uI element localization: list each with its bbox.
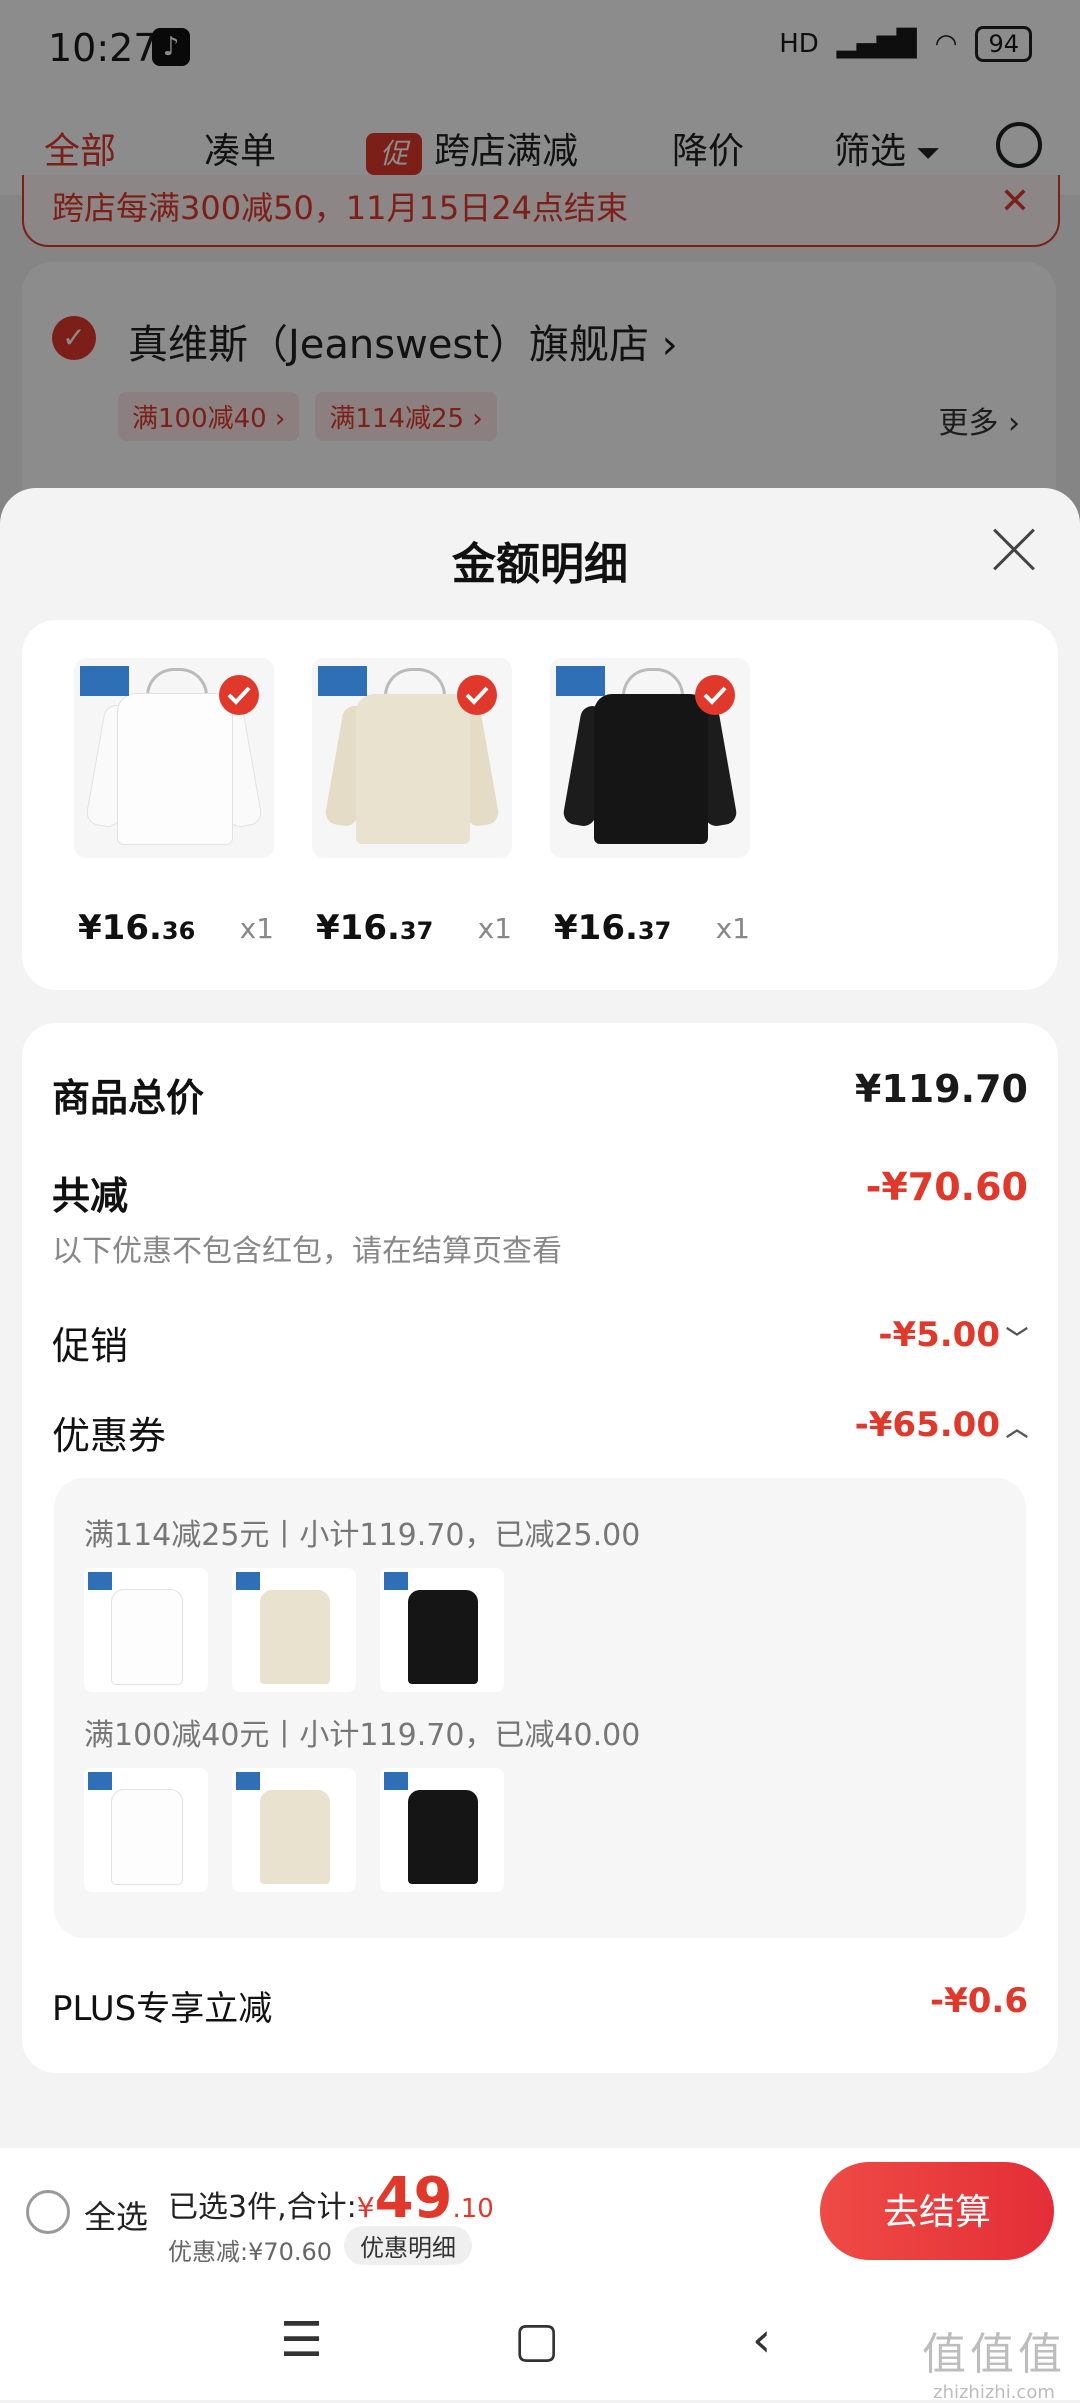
product-item[interactable]: ¥16.37 x1 bbox=[550, 658, 750, 948]
brand-logo bbox=[318, 666, 367, 696]
plus-value: -¥0.6 bbox=[930, 1981, 1028, 2021]
brand-logo bbox=[556, 666, 605, 696]
product-qty: x1 bbox=[477, 912, 512, 945]
brand-logo bbox=[236, 1572, 260, 1590]
total-dec: .10 bbox=[452, 2194, 494, 2224]
brand-logo bbox=[384, 1572, 408, 1590]
checkout-button[interactable]: 去结算 bbox=[820, 2162, 1054, 2260]
selected-summary: 已选3件,合计:¥49.10 bbox=[168, 2166, 494, 2231]
coupon-product-row bbox=[84, 1768, 504, 1892]
shirt-body bbox=[112, 1790, 182, 1884]
select-all-label[interactable]: 全选 bbox=[84, 2192, 148, 2238]
price-dec: 37 bbox=[637, 917, 672, 945]
selected-text: 已选3件,合计: bbox=[168, 2190, 357, 2225]
coupon-detail-box: 满114减25元丨小计119.70，已减25.00 满100减40元丨小计119… bbox=[54, 1478, 1026, 1938]
checkout-bar: 全选 已选3件,合计:¥49.10 优惠减:¥70.60 优惠明细 去结算 bbox=[0, 2148, 1080, 2274]
back-icon[interactable]: ‹ bbox=[752, 2312, 771, 2368]
shirt-body bbox=[594, 694, 708, 844]
product-item[interactable]: ¥16.37 x1 bbox=[312, 658, 512, 948]
chevron-up-icon: ︿ bbox=[1005, 1417, 1028, 1442]
amount-detail-sheet: 金额明细 ¥16.36 x1 ¥16.37 x1 ¥16.37 x1 商品总价 … bbox=[0, 488, 1080, 2400]
watermark: 值值值 zhizhizhi.com bbox=[922, 2318, 1066, 2403]
shirt-body bbox=[408, 1790, 478, 1884]
product-thumb bbox=[232, 1568, 356, 1692]
chevron-down-icon: ﹀ bbox=[1005, 1327, 1028, 1352]
total-yen: ¥ bbox=[356, 2191, 375, 2224]
product-thumb bbox=[232, 1768, 356, 1892]
menu-icon[interactable]: ☰ bbox=[280, 2312, 323, 2368]
shirt-body bbox=[112, 1590, 182, 1684]
reduction-label: 共减 bbox=[52, 1174, 129, 1218]
shirt-body bbox=[260, 1590, 330, 1684]
coupon-row-toggle[interactable]: -¥65.00 ︿ bbox=[855, 1405, 1028, 1445]
total-value: ¥119.70 bbox=[854, 1067, 1028, 1111]
price-int: ¥16. bbox=[316, 908, 400, 948]
product-price: ¥16.37 bbox=[316, 908, 433, 948]
coupon-label: 优惠券 bbox=[52, 1414, 167, 1458]
product-price: ¥16.36 bbox=[78, 908, 195, 948]
close-icon[interactable] bbox=[992, 528, 1036, 572]
sheet-title: 金额明细 bbox=[452, 539, 628, 590]
product-qty: x1 bbox=[239, 912, 274, 945]
product-thumb bbox=[84, 1768, 208, 1892]
home-icon[interactable]: ▢ bbox=[514, 2312, 559, 2368]
watermark-logo: 值值值 bbox=[922, 2329, 1066, 2380]
total-int: 49 bbox=[374, 2166, 453, 2231]
product-thumb bbox=[380, 1768, 504, 1892]
products-card: ¥16.36 x1 ¥16.37 x1 ¥16.37 x1 bbox=[22, 620, 1058, 990]
brand-logo bbox=[384, 1772, 408, 1790]
price-int: ¥16. bbox=[554, 908, 638, 948]
reduction-value: -¥70.60 bbox=[865, 1165, 1028, 1209]
select-all-radio[interactable] bbox=[26, 2190, 70, 2234]
promo-label: 促销 bbox=[52, 1324, 129, 1368]
check-icon[interactable] bbox=[218, 674, 260, 716]
coupon-product-row bbox=[84, 1568, 504, 1692]
check-icon[interactable] bbox=[694, 674, 736, 716]
promo-value: -¥5.00 bbox=[878, 1315, 1000, 1355]
brand-logo bbox=[80, 666, 129, 696]
shirt-body bbox=[356, 694, 470, 844]
brand-logo bbox=[236, 1772, 260, 1790]
price-dec: 37 bbox=[399, 917, 434, 945]
product-item[interactable]: ¥16.36 x1 bbox=[74, 658, 274, 948]
plus-label: PLUS专享立减 bbox=[52, 1989, 273, 2029]
product-thumb bbox=[84, 1568, 208, 1692]
product-thumb bbox=[380, 1568, 504, 1692]
price-dec: 36 bbox=[161, 917, 196, 945]
reduction-hint: 以下优惠不包含红包，请在结算页查看 bbox=[52, 1234, 562, 1269]
price-int: ¥16. bbox=[78, 908, 162, 948]
product-price: ¥16.37 bbox=[554, 908, 671, 948]
coupon-line: 满114减25元丨小计119.70，已减25.00 bbox=[84, 1518, 641, 1553]
system-nav-bar: ☰ ▢ ‹ bbox=[0, 2274, 1080, 2400]
saved-amount: 优惠减:¥70.60 bbox=[168, 2238, 333, 2266]
brand-logo bbox=[88, 1772, 112, 1790]
shirt-body bbox=[260, 1790, 330, 1884]
shirt-body bbox=[408, 1590, 478, 1684]
discount-detail-button[interactable]: 优惠明细 bbox=[344, 2226, 472, 2265]
amount-detail-card: 商品总价 ¥119.70 共减 -¥70.60 以下优惠不包含红包，请在结算页查… bbox=[22, 1023, 1058, 2073]
coupon-value: -¥65.00 bbox=[854, 1405, 1000, 1445]
check-icon[interactable] bbox=[456, 674, 498, 716]
total-label: 商品总价 bbox=[52, 1076, 205, 1120]
shirt-body bbox=[118, 694, 232, 844]
coupon-line: 满100减40元丨小计119.70，已减40.00 bbox=[84, 1718, 641, 1753]
brand-logo bbox=[88, 1572, 112, 1590]
promo-row-toggle[interactable]: -¥5.00 ﹀ bbox=[878, 1315, 1028, 1355]
product-qty: x1 bbox=[715, 912, 750, 945]
